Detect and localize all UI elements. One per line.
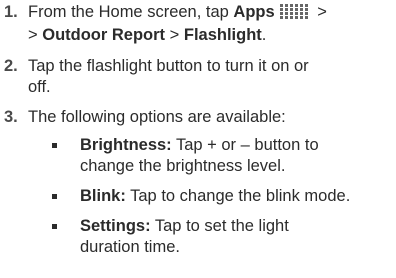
option-label: Blink: bbox=[80, 187, 126, 205]
option-text: Blink: Tap to change the blink mode. bbox=[80, 186, 350, 207]
outdoor-report-label: Outdoor Report bbox=[42, 26, 166, 44]
flashlight-label: Flashlight bbox=[183, 26, 262, 44]
step-text: > bbox=[165, 26, 184, 44]
option-text: Brightness: Tap + or – button to bbox=[80, 135, 319, 156]
bullet-icon bbox=[52, 143, 57, 148]
option-desc: Tap to change the blink mode. bbox=[125, 187, 351, 205]
option-desc: Tap + or – button to bbox=[171, 136, 319, 154]
step-number: 3. bbox=[4, 108, 18, 126]
bullet-icon bbox=[52, 194, 57, 199]
option-label: Brightness: bbox=[80, 136, 172, 154]
step-text: > bbox=[28, 26, 43, 44]
option-label: Settings: bbox=[80, 217, 151, 235]
step-2-line-1: Tap the flashlight button to turn it on … bbox=[28, 57, 309, 75]
step-number: 1. bbox=[4, 3, 18, 21]
step-number: 2. bbox=[4, 57, 18, 75]
step-1-line-1: From the Home screen, tap Apps > bbox=[28, 2, 394, 23]
apps-grid-icon bbox=[279, 4, 308, 19]
option-desc: duration time. bbox=[80, 238, 180, 256]
step-text: > bbox=[312, 3, 327, 21]
option-desc: change the brightness level. bbox=[80, 157, 286, 175]
step-1-line-2: > Outdoor Report > Flashlight. bbox=[28, 25, 266, 46]
step-text: . bbox=[261, 26, 267, 44]
bullet-icon bbox=[52, 224, 57, 229]
option-desc: Tap to set the light bbox=[150, 217, 289, 235]
step-text: From the Home screen, tap bbox=[28, 3, 234, 21]
apps-label: Apps bbox=[233, 3, 275, 21]
step-2-line-2: off. bbox=[28, 78, 51, 96]
step-3-line-1: The following options are available: bbox=[28, 108, 286, 126]
option-text: Settings: Tap to set the light bbox=[80, 216, 289, 237]
